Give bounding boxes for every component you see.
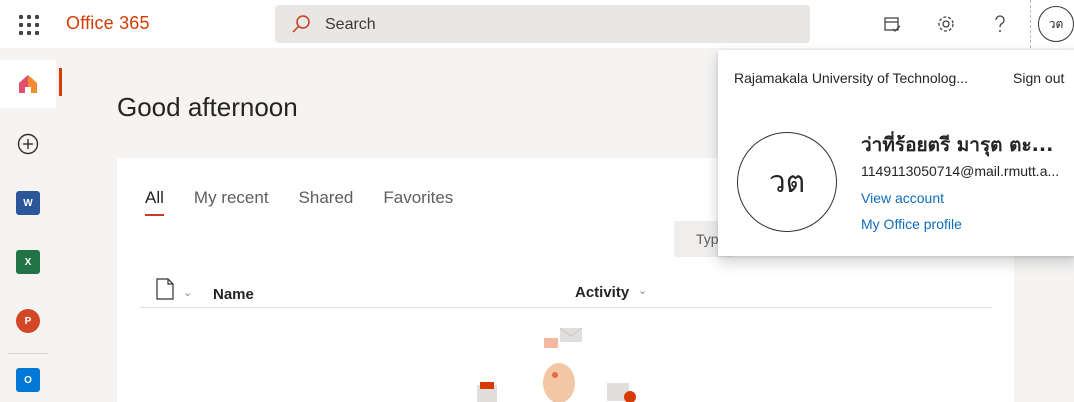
column-name[interactable]: Name bbox=[213, 286, 254, 303]
view-account-link[interactable]: View account bbox=[861, 190, 944, 206]
rail-item-home[interactable] bbox=[0, 60, 56, 108]
sign-out-link[interactable]: Sign out bbox=[1013, 70, 1064, 86]
user-email: 1149113050714@mail.rmutt.a... bbox=[861, 163, 1060, 179]
rail-active-indicator bbox=[59, 68, 62, 96]
rail-item-create[interactable] bbox=[0, 120, 56, 168]
top-header: Office 365 Search วต bbox=[0, 0, 1074, 48]
file-tabs: All My recent Shared Favorites bbox=[145, 188, 453, 216]
rail-item-powerpoint[interactable]: P bbox=[0, 297, 56, 345]
calendar-check-icon bbox=[884, 17, 901, 32]
question-mark-icon bbox=[995, 15, 1005, 32]
organization-name: Rajamakala University of Technolog... bbox=[734, 70, 968, 86]
header-divider bbox=[1030, 0, 1031, 48]
my-office-profile-link[interactable]: My Office profile bbox=[861, 216, 962, 232]
user-display-name: ว่าที่ร้อยตรี มารุต ตะ... bbox=[861, 134, 1054, 156]
powerpoint-icon: P bbox=[16, 309, 40, 333]
rail-item-excel[interactable]: X bbox=[0, 238, 56, 286]
rail-item-outlook[interactable]: O bbox=[0, 356, 56, 402]
search-placeholder: Search bbox=[325, 16, 376, 33]
add-circle-icon bbox=[17, 133, 39, 155]
account-avatar: วต bbox=[737, 132, 837, 232]
tab-my-recent[interactable]: My recent bbox=[194, 188, 269, 216]
chevron-down-icon[interactable]: ⌄ bbox=[638, 284, 647, 297]
account-manager-popup: Rajamakala University of Technolog... Si… bbox=[718, 50, 1074, 256]
search-icon bbox=[292, 15, 310, 33]
outlook-icon: O bbox=[16, 368, 40, 392]
excel-icon: X bbox=[16, 250, 40, 274]
files-table-header: ⌄ Name Activity ⌄ bbox=[140, 276, 992, 308]
account-avatar-button[interactable]: วต bbox=[1038, 6, 1074, 42]
column-activity[interactable]: Activity bbox=[575, 284, 629, 301]
settings-icon[interactable] bbox=[934, 12, 958, 36]
rail-item-word[interactable]: W bbox=[0, 179, 56, 227]
chevron-down-icon[interactable]: ⌄ bbox=[183, 286, 192, 299]
brand-title[interactable]: Office 365 bbox=[66, 13, 150, 34]
app-launcher-icon[interactable] bbox=[16, 12, 40, 36]
greeting-heading: Good afternoon bbox=[117, 92, 298, 122]
search-box[interactable]: Search bbox=[275, 5, 810, 43]
home-icon bbox=[19, 75, 37, 93]
left-app-rail: W X P O bbox=[0, 48, 56, 402]
my-day-icon[interactable] bbox=[880, 12, 904, 36]
word-icon: W bbox=[16, 191, 40, 215]
tab-favorites[interactable]: Favorites bbox=[383, 188, 453, 216]
tab-all[interactable]: All bbox=[145, 188, 164, 216]
tab-shared[interactable]: Shared bbox=[299, 188, 354, 216]
rail-divider bbox=[8, 353, 48, 354]
help-icon[interactable] bbox=[988, 12, 1012, 36]
gear-icon bbox=[938, 16, 954, 32]
file-type-icon[interactable] bbox=[156, 278, 174, 300]
empty-state-illustration bbox=[477, 327, 636, 402]
